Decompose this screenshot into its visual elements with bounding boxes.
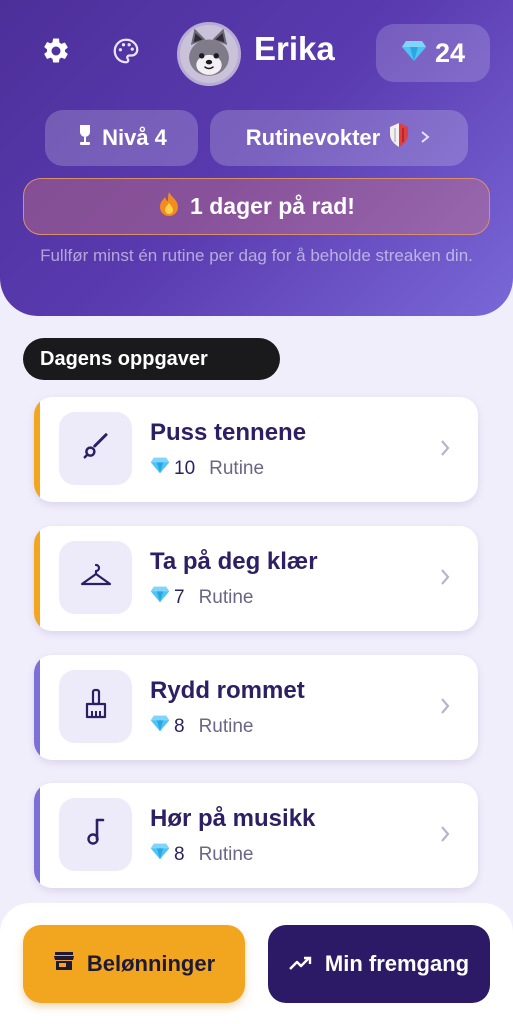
brush-icon bbox=[81, 431, 111, 466]
task-card[interactable]: Ta på deg klær 7 Rutine bbox=[34, 526, 478, 631]
task-gems: 8 bbox=[174, 715, 185, 737]
progress-label: Min fremgang bbox=[324, 951, 470, 976]
streak-text: 1 dager på rad! bbox=[190, 193, 355, 219]
task-icon-box bbox=[59, 541, 132, 614]
rewards-label: Belønninger bbox=[86, 951, 216, 976]
card-accent bbox=[34, 783, 40, 888]
title-badge[interactable]: Rutinevokter bbox=[210, 110, 468, 166]
palette-icon bbox=[111, 36, 141, 71]
task-icon-box bbox=[59, 412, 132, 485]
chevron-right-icon bbox=[438, 437, 452, 464]
music-note-icon bbox=[83, 816, 109, 853]
diamond-icon bbox=[150, 457, 170, 480]
streak-hint: Fullfør minst én rutine per dag for å be… bbox=[40, 246, 473, 265]
username: Erika bbox=[254, 30, 335, 67]
diamond-icon bbox=[150, 843, 170, 866]
gem-count: 24 bbox=[434, 37, 466, 68]
card-accent bbox=[34, 526, 40, 631]
diamond-icon bbox=[150, 715, 170, 738]
chevron-right-icon bbox=[438, 823, 452, 850]
task-meta: 8 Rutine bbox=[150, 843, 254, 866]
diamond-icon bbox=[401, 38, 427, 69]
gem-balance[interactable]: 24 bbox=[376, 24, 490, 82]
streak-banner: 1 dager på rad! bbox=[23, 178, 490, 235]
flame-icon bbox=[158, 191, 180, 223]
task-tag: Rutine bbox=[198, 586, 254, 608]
chevron-right-icon bbox=[438, 566, 452, 593]
badge-label: Rutinevokter bbox=[245, 125, 381, 150]
task-tag: Rutine bbox=[198, 715, 254, 737]
avatar[interactable] bbox=[177, 22, 241, 86]
task-title: Ta på deg klær bbox=[150, 548, 318, 575]
task-gems: 7 bbox=[174, 586, 185, 608]
task-meta: 8 Rutine bbox=[150, 715, 254, 738]
task-meta: 7 Rutine bbox=[150, 586, 254, 609]
card-accent bbox=[34, 655, 40, 760]
level-label: Nivå 4 bbox=[102, 125, 167, 150]
progress-button[interactable]: Min fremgang bbox=[268, 925, 490, 1003]
level-badge[interactable]: Nivå 4 bbox=[45, 110, 198, 166]
task-icon-box bbox=[59, 670, 132, 743]
store-icon bbox=[53, 951, 75, 977]
diamond-icon bbox=[150, 586, 170, 609]
trophy-icon bbox=[76, 123, 94, 153]
task-tag: Rutine bbox=[198, 843, 254, 865]
hanger-icon bbox=[79, 560, 113, 595]
chevron-right-icon bbox=[418, 125, 432, 151]
task-meta: 10 Rutine bbox=[150, 457, 264, 480]
card-accent bbox=[34, 397, 40, 502]
trending-up-icon bbox=[289, 951, 313, 977]
task-card[interactable]: Rydd rommet 8 Rutine bbox=[34, 655, 478, 760]
task-gems: 8 bbox=[174, 843, 185, 865]
task-gems: 10 bbox=[174, 457, 196, 479]
task-tag: Rutine bbox=[209, 457, 265, 479]
settings-button[interactable] bbox=[36, 33, 76, 73]
task-title: Rydd rommet bbox=[150, 677, 305, 704]
theme-button[interactable] bbox=[106, 33, 146, 73]
task-title: Hør på musikk bbox=[150, 805, 316, 832]
gear-icon bbox=[41, 36, 71, 71]
broom-icon bbox=[81, 688, 111, 725]
rewards-button[interactable]: Belønninger bbox=[23, 925, 245, 1003]
task-icon-box bbox=[59, 798, 132, 871]
section-title: Dagens oppgaver bbox=[23, 338, 280, 380]
task-card[interactable]: Hør på musikk 8 Rutine bbox=[34, 783, 478, 888]
chevron-right-icon bbox=[438, 695, 452, 722]
task-title: Puss tennene bbox=[150, 419, 307, 446]
shield-icon bbox=[388, 122, 410, 154]
task-card[interactable]: Puss tennene 10 Rutine bbox=[34, 397, 478, 502]
